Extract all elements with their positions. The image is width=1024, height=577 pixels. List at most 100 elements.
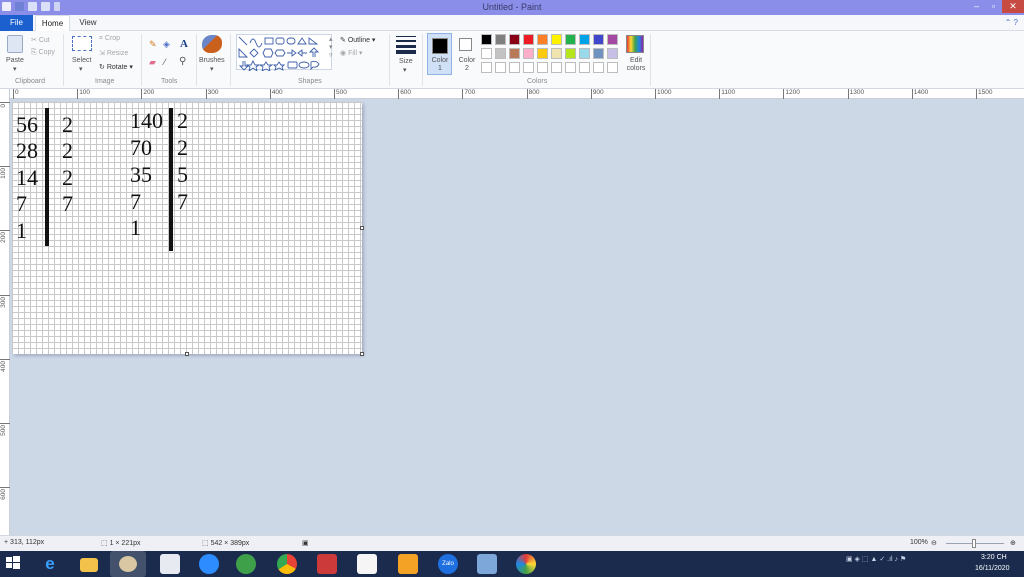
maximize-button[interactable]: ▫ <box>985 0 1002 13</box>
paste-icon[interactable] <box>7 35 23 53</box>
palette-swatch[interactable] <box>579 48 590 59</box>
cut-button[interactable]: ✂ Cut <box>31 36 50 44</box>
palette-swatch[interactable] <box>481 62 492 73</box>
eraser-icon[interactable]: ▰ <box>149 57 156 68</box>
color-palette <box>481 34 621 74</box>
palette-swatch[interactable] <box>593 48 604 59</box>
paste-dropdown-icon[interactable]: ▾ <box>13 65 17 73</box>
taskbar-app-icon[interactable] <box>398 554 418 574</box>
palette-swatch[interactable] <box>551 62 562 73</box>
palette-swatch[interactable] <box>537 34 548 45</box>
paste-button[interactable]: Paste <box>6 57 24 64</box>
edit-colors-icon[interactable] <box>626 35 644 53</box>
clock-time[interactable]: 3:20 CH <box>981 554 1007 561</box>
palette-swatch[interactable] <box>565 48 576 59</box>
text-icon[interactable]: A <box>180 38 188 50</box>
palette-swatch[interactable] <box>509 34 520 45</box>
fill-button[interactable]: ◉ Fill ▾ <box>340 49 362 57</box>
select-dropdown-icon[interactable]: ▾ <box>79 65 83 73</box>
palette-swatch[interactable] <box>565 34 576 45</box>
palette-swatch[interactable] <box>523 62 534 73</box>
palette-swatch[interactable] <box>579 34 590 45</box>
paint-taskbar-icon[interactable] <box>110 551 146 577</box>
copy-button[interactable]: ⎘ Copy <box>31 49 55 57</box>
palette-swatch[interactable] <box>509 62 520 73</box>
palette-swatch[interactable] <box>481 34 492 45</box>
zoom-in-button[interactable]: ⊕ <box>1010 539 1016 547</box>
zoom-slider-thumb[interactable] <box>972 539 976 548</box>
file-explorer-icon[interactable] <box>80 558 98 572</box>
palette-swatch[interactable] <box>565 62 576 73</box>
palette-swatch[interactable] <box>607 62 618 73</box>
size-dropdown-icon[interactable]: ▾ <box>403 66 407 74</box>
tab-file[interactable]: File <box>0 15 33 31</box>
edge-icon[interactable]: e <box>40 554 60 574</box>
palette-swatch[interactable] <box>495 62 506 73</box>
ruler-tick-mark <box>526 89 528 99</box>
select-button[interactable]: Select <box>72 57 91 64</box>
tab-view[interactable]: View <box>72 15 104 31</box>
palette-swatch[interactable] <box>551 34 562 45</box>
tab-home[interactable]: Home <box>35 15 70 31</box>
taskbar-app-icon[interactable] <box>317 554 337 574</box>
outline-button[interactable]: ✎ Outline ▾ <box>340 36 375 44</box>
color-picker-icon[interactable]: ⁄ <box>164 57 166 67</box>
close-button[interactable]: ✕ <box>1002 0 1024 13</box>
clock-date[interactable]: 16/11/2020 <box>975 565 1010 572</box>
shapes-scroll-icon[interactable]: ▴ ▾ ▿ <box>329 35 333 59</box>
photos-icon[interactable] <box>477 554 497 574</box>
pencil-icon[interactable]: ✎ <box>149 39 157 50</box>
zoom-out-button[interactable]: ⊖ <box>931 539 937 547</box>
zoom-app-icon[interactable] <box>199 554 219 574</box>
palette-swatch[interactable] <box>481 48 492 59</box>
clipboard-group-label: Clipboard <box>15 78 45 85</box>
palette-swatch[interactable] <box>607 48 618 59</box>
brushes-icon[interactable] <box>202 35 222 53</box>
crop-button[interactable]: ⌗ Crop <box>99 35 120 43</box>
shapes-gallery[interactable] <box>236 34 332 73</box>
size-icon[interactable] <box>396 36 416 54</box>
palette-swatch[interactable] <box>509 48 520 59</box>
minimize-button[interactable]: – <box>968 0 985 13</box>
resize-handle-corner[interactable] <box>360 352 364 356</box>
taskbar-app-icon[interactable] <box>160 554 180 574</box>
resize-handle-right[interactable] <box>360 226 364 230</box>
canvas-size: ⬚ 542 × 389px <box>202 540 250 547</box>
select-icon[interactable] <box>72 36 92 51</box>
fill-bucket-icon[interactable]: ◈ <box>163 39 170 50</box>
ruler-tick-label: 500 <box>336 89 347 96</box>
palette-swatch[interactable] <box>537 48 548 59</box>
palette-swatch[interactable] <box>593 62 604 73</box>
taskbar-app-icon[interactable] <box>357 554 377 574</box>
palette-swatch[interactable] <box>523 34 534 45</box>
rotate-button[interactable]: ↻ Rotate ▾ <box>99 63 133 71</box>
magnifier-icon[interactable]: ⚲ <box>179 56 186 67</box>
chrome-icon[interactable] <box>277 554 297 574</box>
palette-swatch[interactable] <box>593 34 604 45</box>
palette-swatch[interactable] <box>495 48 506 59</box>
edit-colors-button[interactable]: Edit colors <box>625 57 647 73</box>
palette-swatch[interactable] <box>607 34 618 45</box>
help-icon[interactable]: ⌃ ? <box>1005 18 1018 27</box>
ruler-tick-mark <box>141 89 143 99</box>
taskbar-app-icon[interactable] <box>516 554 536 574</box>
palette-swatch[interactable] <box>537 62 548 73</box>
ruler-tick-mark <box>0 166 10 168</box>
ruler-tick-mark <box>590 89 592 99</box>
palette-swatch[interactable] <box>551 48 562 59</box>
resize-button[interactable]: ⇲ Resize <box>99 49 128 57</box>
canvas-number: 7 <box>130 189 141 214</box>
system-tray[interactable]: ▣ ◈ ⬚ ▲ ✓ .ıl ♪ ⚑ <box>846 555 906 563</box>
taskbar-green-app-icon[interactable] <box>236 554 256 574</box>
drawing-canvas[interactable]: 56 28 14 7 1 2 2 2 7 140 70 35 7 1 2 2 5… <box>12 102 362 354</box>
resize-handle-bottom[interactable] <box>185 352 189 356</box>
size-button[interactable]: Size <box>399 58 413 65</box>
start-button[interactable] <box>4 554 24 574</box>
palette-swatch[interactable] <box>579 62 590 73</box>
brushes-dropdown-icon[interactable]: ▾ <box>210 65 214 73</box>
ruler-tick-label: 200 <box>143 89 155 96</box>
zalo-icon[interactable]: Zalo <box>438 554 458 574</box>
palette-swatch[interactable] <box>523 48 534 59</box>
brushes-button[interactable]: Brushes <box>199 57 225 64</box>
palette-swatch[interactable] <box>495 34 506 45</box>
